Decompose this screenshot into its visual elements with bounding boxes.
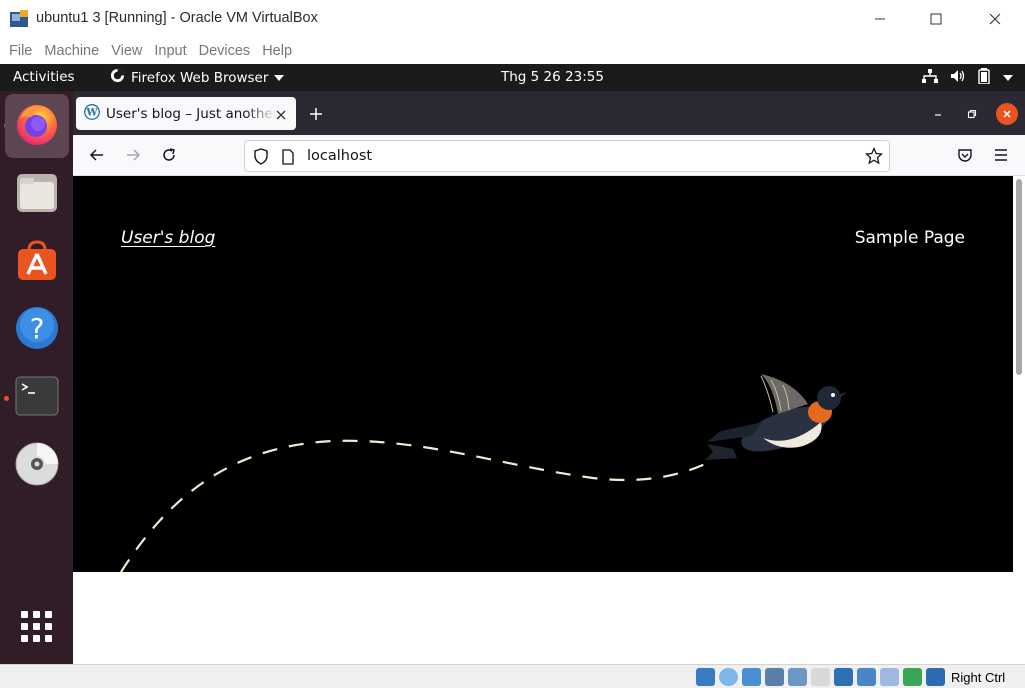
terminal-icon bbox=[15, 374, 59, 422]
scrollbar-thumb[interactable] bbox=[1016, 179, 1022, 375]
menu-file[interactable]: File bbox=[3, 38, 38, 64]
ff-close-button[interactable] bbox=[996, 103, 1018, 125]
gnome-top-bar: Activities Firefox Web Browser Thg 5 26 … bbox=[0, 64, 1025, 91]
files-icon bbox=[15, 170, 59, 218]
chevron-down-icon bbox=[274, 70, 285, 86]
app-menu-button[interactable] bbox=[986, 143, 1016, 167]
mouse-integration-icon[interactable] bbox=[926, 668, 945, 686]
display-icon[interactable] bbox=[834, 668, 853, 686]
dvd-icon bbox=[15, 442, 59, 490]
pocket-button[interactable] bbox=[950, 143, 980, 167]
shield-icon[interactable] bbox=[253, 148, 269, 169]
tab-active[interactable]: W User's blog – Just another WordPress s… bbox=[76, 97, 296, 130]
svg-text:?: ? bbox=[30, 312, 45, 345]
wordpress-favicon-icon: W bbox=[84, 103, 100, 124]
battery-icon bbox=[977, 68, 991, 88]
vbox-menubar: File Machine View Input Devices Help bbox=[0, 38, 1025, 64]
window-title: ubuntu1 3 [Running] - Oracle VM VirtualB… bbox=[36, 10, 318, 26]
vbox-titlebar: ubuntu1 3 [Running] - Oracle VM VirtualB… bbox=[0, 0, 1025, 38]
firefox-icon bbox=[14, 101, 60, 151]
grid-icon bbox=[20, 610, 54, 648]
clock[interactable]: Thg 5 26 23:55 bbox=[501, 69, 604, 85]
bookmark-star-icon[interactable] bbox=[864, 146, 884, 169]
tab-strip: W User's blog – Just another WordPress s… bbox=[73, 91, 1025, 135]
tab-close-icon[interactable] bbox=[275, 106, 287, 125]
ff-minimize-button[interactable] bbox=[927, 103, 949, 125]
new-tab-button[interactable] bbox=[305, 103, 327, 125]
ubuntu-dock: ? bbox=[0, 91, 73, 664]
url-bar[interactable]: localhost bbox=[244, 140, 890, 172]
svg-text:W: W bbox=[85, 107, 98, 118]
navigation-toolbar: localhost bbox=[73, 135, 1025, 176]
hard-disk-icon[interactable] bbox=[696, 668, 715, 686]
show-applications-button[interactable] bbox=[5, 597, 69, 661]
bird-illustration bbox=[705, 374, 847, 460]
optical-drive-icon[interactable] bbox=[719, 668, 738, 686]
dock-firefox[interactable] bbox=[5, 94, 69, 158]
dock-help[interactable]: ? bbox=[5, 298, 69, 362]
app-menu[interactable]: Firefox Web Browser bbox=[110, 68, 285, 87]
virtualbox-icon bbox=[9, 9, 29, 29]
url-text[interactable]: localhost bbox=[307, 148, 372, 164]
reload-button[interactable] bbox=[154, 143, 184, 167]
network-icon bbox=[922, 69, 938, 87]
recording-icon[interactable] bbox=[857, 668, 876, 686]
maximize-button[interactable] bbox=[907, 0, 965, 38]
menu-devices[interactable]: Devices bbox=[193, 38, 257, 64]
menu-help[interactable]: Help bbox=[256, 38, 298, 64]
menu-machine[interactable]: Machine bbox=[38, 38, 105, 64]
back-button[interactable] bbox=[82, 143, 112, 167]
forward-button[interactable] bbox=[118, 143, 148, 167]
page-info-icon[interactable] bbox=[281, 149, 295, 169]
menu-view[interactable]: View bbox=[105, 38, 148, 64]
menu-input[interactable]: Input bbox=[148, 38, 192, 64]
status-icons bbox=[696, 668, 945, 686]
firefox-small-icon bbox=[110, 68, 125, 87]
app-menu-label: Firefox Web Browser bbox=[131, 69, 269, 86]
volume-icon bbox=[950, 69, 965, 87]
dock-terminal[interactable] bbox=[5, 366, 69, 430]
cpu-icon[interactable] bbox=[903, 668, 922, 686]
power-menu-icon bbox=[1003, 70, 1013, 86]
minimize-button[interactable] bbox=[851, 0, 909, 38]
page-scrollbar[interactable] bbox=[1013, 176, 1025, 664]
snapshot-icon[interactable] bbox=[880, 668, 899, 686]
site-header-hero: User's blog Sample Page bbox=[73, 176, 1013, 572]
ubuntu-software-icon bbox=[15, 238, 59, 286]
vbox-statusbar: Right Ctrl bbox=[0, 664, 1025, 688]
help-icon: ? bbox=[15, 306, 59, 354]
activities-button[interactable]: Activities bbox=[13, 69, 75, 85]
firefox-window: W User's blog – Just another WordPress s… bbox=[73, 91, 1025, 664]
network-icon[interactable] bbox=[765, 668, 784, 686]
shared-folder-icon[interactable] bbox=[811, 668, 830, 686]
usb-icon[interactable] bbox=[788, 668, 807, 686]
dock-files[interactable] bbox=[5, 162, 69, 226]
page-viewport: User's blog Sample Page bbox=[73, 176, 1025, 664]
tab-title: User's blog – Just another WordPress sit… bbox=[106, 105, 276, 122]
host-key-label: Right Ctrl bbox=[951, 670, 1006, 685]
system-tray[interactable] bbox=[922, 68, 1013, 88]
flight-path-illustration bbox=[120, 374, 847, 572]
audio-icon[interactable] bbox=[742, 668, 761, 686]
dock-ubuntu-software[interactable] bbox=[5, 230, 69, 294]
dock-dvd[interactable] bbox=[5, 434, 69, 498]
ff-restore-button[interactable] bbox=[961, 103, 983, 125]
close-button[interactable] bbox=[966, 0, 1024, 38]
